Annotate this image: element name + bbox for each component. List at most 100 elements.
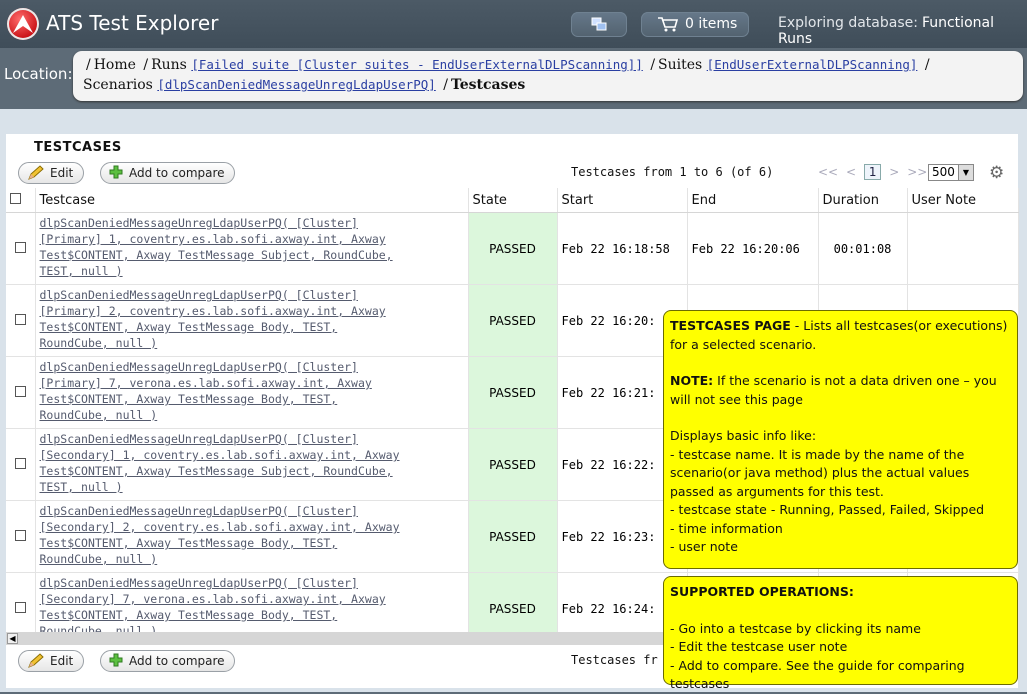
state-cell: PASSED — [468, 284, 558, 357]
testcase-name-link[interactable]: [Secondary] 7, verona.es.lab.sofi.axway.… — [40, 592, 386, 606]
testcase-name-link[interactable]: dlpScanDeniedMessageUnregLdapUserPQ( [Cl… — [40, 432, 359, 446]
prev-page-icon[interactable]: < — [846, 165, 856, 179]
note1-item: - testcase state - Running, Passed, Fail… — [670, 502, 985, 517]
row-checkbox[interactable] — [14, 529, 26, 541]
testcase-name-link[interactable]: [Primary] 2, coventry.es.lab.sofi.axway.… — [40, 304, 386, 318]
app-header: ATS Test Explorer 0 items Exploring data… — [0, 0, 1027, 48]
testcase-name-link[interactable]: dlpScanDeniedMessageUnregLdapUserPQ( [Cl… — [40, 216, 359, 230]
crumb-run-link[interactable]: [Failed suite [Cluster suites - EndUserE… — [191, 57, 643, 72]
crumb-scenarios[interactable]: Scenarios — [83, 77, 153, 93]
col-end[interactable]: End — [687, 188, 819, 213]
settings-gear-icon[interactable]: ⚙ — [989, 163, 1004, 183]
testcase-name-link[interactable]: Test$CONTENT, Axway TestMessage Subject,… — [40, 248, 393, 262]
crumb-suite-link[interactable]: [EndUserExternalDLPScanning] — [707, 57, 918, 72]
last-page-icon[interactable]: >> — [907, 165, 927, 179]
note1-item: - user note — [670, 539, 738, 554]
row-select-cell — [6, 428, 36, 501]
crumb-current: Testcases — [450, 77, 526, 93]
add-to-compare-button[interactable]: Add to compare — [100, 162, 235, 184]
pager-info-bottom: Testcases fr — [571, 653, 658, 667]
row-select-cell — [6, 356, 36, 429]
state-cell: PASSED — [468, 356, 558, 429]
database-info: Exploring database: Functional Runs — [778, 15, 1027, 47]
testcase-cell: dlpScanDeniedMessageUnregLdapUserPQ( [Cl… — [35, 284, 469, 357]
testcase-name-link[interactable]: RoundCube, null ) — [40, 336, 158, 350]
first-page-icon[interactable]: << — [818, 165, 838, 179]
select-all-checkbox[interactable] — [10, 192, 21, 204]
user-note-cell[interactable] — [907, 212, 1019, 285]
next-page-icon[interactable]: > — [889, 165, 899, 179]
crumb-suites[interactable]: Suites — [658, 57, 702, 73]
crumb-runs[interactable]: Runs — [151, 57, 187, 73]
testcase-name-link[interactable]: TEST, null ) — [40, 480, 123, 494]
col-start[interactable]: Start — [557, 188, 688, 213]
row-checkbox[interactable] — [14, 313, 26, 325]
pencil-icon — [28, 165, 44, 180]
testcase-cell: dlpScanDeniedMessageUnregLdapUserPQ( [Cl… — [35, 428, 469, 501]
panel-title: TESTCASES — [34, 140, 122, 155]
edit-button-bottom[interactable]: Edit — [18, 650, 84, 672]
pager: << < 1 > >> — [818, 164, 931, 180]
help-note-supported-operations: SUPPORTED OPERATIONS: - Go into a testca… — [663, 576, 1018, 691]
col-user-note[interactable]: User Note — [907, 188, 1019, 213]
duration-cell: 00:01:08 — [818, 212, 908, 285]
location-label: Location: — [4, 65, 73, 83]
row-checkbox[interactable] — [14, 241, 26, 253]
page-size-value: 500 — [932, 165, 955, 179]
plus-icon — [109, 653, 123, 667]
testcase-name-link[interactable]: dlpScanDeniedMessageUnregLdapUserPQ( [Cl… — [40, 576, 359, 590]
note2-item: - Edit the testcase user note — [670, 639, 848, 654]
row-checkbox[interactable] — [14, 385, 26, 397]
testcase-name-link[interactable]: [Primary] 7, verona.es.lab.sofi.axway.in… — [40, 376, 372, 390]
crumb-home[interactable]: Home — [94, 57, 136, 73]
compare-cart-button[interactable]: 0 items — [641, 12, 749, 37]
current-page[interactable]: 1 — [863, 164, 882, 180]
testcase-name-link[interactable]: dlpScanDeniedMessageUnregLdapUserPQ( [Cl… — [40, 504, 359, 518]
testcase-name-link[interactable]: TEST, null ) — [40, 264, 123, 278]
testcase-name-link[interactable]: RoundCube, null ) — [40, 552, 158, 566]
testcase-cell: dlpScanDeniedMessageUnregLdapUserPQ( [Cl… — [35, 500, 469, 573]
testcase-name-link[interactable]: Test$CONTENT, Axway TestMessage Subject,… — [40, 464, 393, 478]
testcase-name-link[interactable]: Test$CONTENT, Axway TestMessage Body, TE… — [40, 392, 338, 406]
row-checkbox[interactable] — [14, 601, 26, 613]
dropdown-arrow-icon: ▼ — [958, 165, 973, 180]
testcase-name-link[interactable]: [Secondary] 2, coventry.es.lab.sofi.axwa… — [40, 520, 400, 534]
crumb-scenario-link[interactable]: [dlpScanDeniedMessageUnregLdapUserPQ] — [157, 77, 435, 92]
testcase-name-link[interactable]: Test$CONTENT, Axway TestMessage Body, TE… — [40, 536, 338, 550]
start-cell: Feb 22 16:18:58 — [557, 212, 688, 285]
table-header-row: Testcase State Start End Duration User N… — [6, 188, 1019, 213]
testcase-name-link[interactable]: dlpScanDeniedMessageUnregLdapUserPQ( [Cl… — [40, 360, 359, 374]
note1-note-text: If the scenario is not a data driven one… — [670, 373, 997, 407]
table-row: dlpScanDeniedMessageUnregLdapUserPQ( [Cl… — [6, 212, 1019, 285]
row-checkbox[interactable] — [14, 457, 26, 469]
select-all-cell — [6, 188, 36, 213]
state-cell: PASSED — [468, 212, 558, 285]
note1-note-label: NOTE: — [670, 373, 714, 388]
testcase-name-link[interactable]: dlpScanDeniedMessageUnregLdapUserPQ( [Cl… — [40, 288, 359, 302]
testcase-name-link[interactable]: Test$CONTENT, Axway TestMessage Body, TE… — [40, 320, 338, 334]
col-state[interactable]: State — [468, 188, 558, 213]
note2-heading: SUPPORTED OPERATIONS: — [670, 584, 854, 599]
testcase-name-link[interactable]: [Primary] 1, coventry.es.lab.sofi.axway.… — [40, 232, 386, 246]
row-select-cell — [6, 212, 36, 285]
note1-item: - time information — [670, 520, 783, 536]
pager-info: Testcases from 1 to 6 (of 6) — [571, 165, 774, 179]
database-switch-button[interactable] — [571, 12, 627, 37]
testcase-name-link[interactable]: [Secondary] 1, coventry.es.lab.sofi.axwa… — [40, 448, 400, 462]
edit-label: Edit — [50, 654, 74, 668]
cart-icon — [658, 17, 679, 32]
page-size-select[interactable]: 500 ▼ — [928, 164, 974, 181]
end-cell: Feb 22 16:20:06 — [687, 212, 819, 285]
edit-label: Edit — [50, 166, 74, 180]
col-testcase[interactable]: Testcase — [35, 188, 469, 213]
top-toolbar: Edit Add to compare Testcases from 1 to … — [6, 160, 1018, 186]
testcase-name-link[interactable]: Test$CONTENT, Axway TestMessage Body, TE… — [40, 608, 338, 622]
compare-label: Add to compare — [129, 654, 225, 668]
row-select-cell — [6, 284, 36, 357]
edit-button[interactable]: Edit — [18, 162, 84, 184]
note1-displays: Displays basic info like: — [670, 428, 817, 443]
add-to-compare-button-bottom[interactable]: Add to compare — [100, 650, 235, 672]
scroll-left-icon[interactable]: ◀ — [7, 633, 18, 644]
col-duration[interactable]: Duration — [818, 188, 908, 213]
testcase-name-link[interactable]: RoundCube, null ) — [40, 408, 158, 422]
